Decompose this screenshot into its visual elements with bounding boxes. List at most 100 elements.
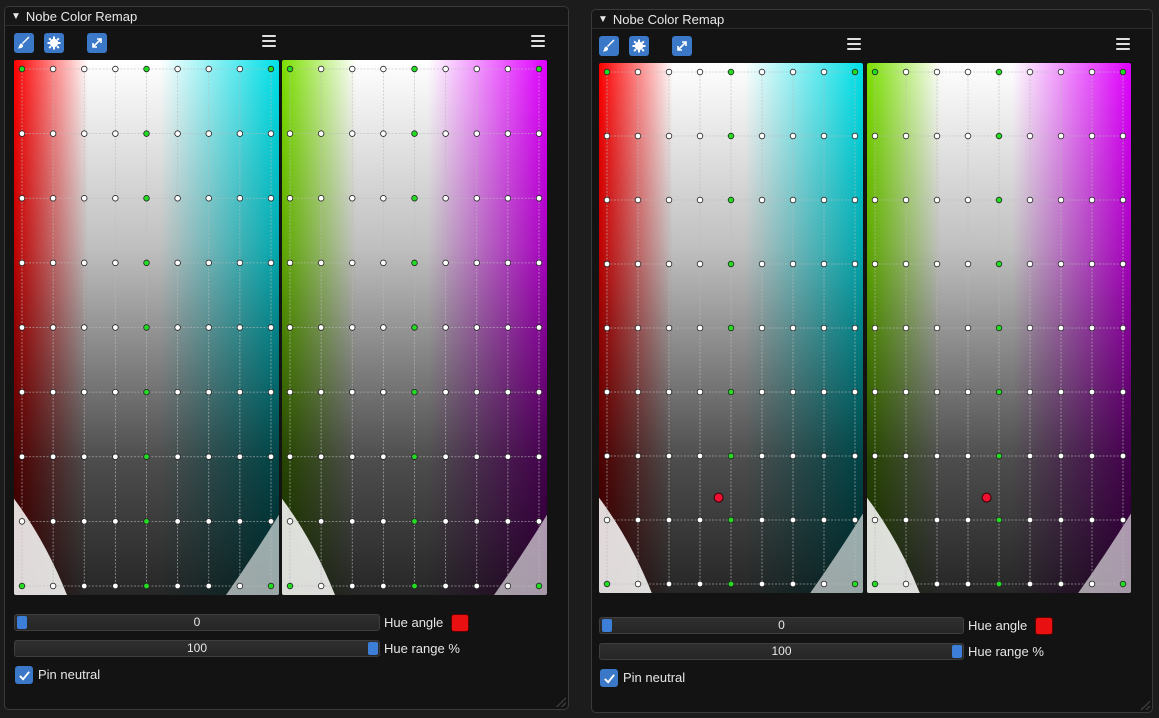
control-point [634,196,642,204]
control-point [995,516,1003,524]
brush-button[interactable] [14,33,34,53]
control-point [286,65,294,73]
control-point [380,195,387,202]
plot-right-menu-icon[interactable] [1116,37,1130,51]
resize-grip[interactable] [556,697,566,707]
control-point [112,130,119,137]
control-point [473,582,480,590]
hue-angle-color-swatch[interactable] [1035,617,1053,635]
control-point [267,259,275,267]
control-point [81,582,88,590]
control-point [851,516,859,524]
control-point [49,518,57,525]
hue-plot-red-cyan[interactable] [599,63,863,593]
control-point [504,388,512,396]
control-point [1088,196,1096,204]
control-point [634,452,642,460]
panel-title: Nobe Color Remap [612,11,725,27]
control-point [535,324,543,331]
checkmark-icon [603,673,615,684]
selected-control-point [981,492,992,503]
panel-header[interactable]: ▼ Nobe Color Remap [592,10,1152,29]
control-point [820,132,828,140]
hue-range-value: 100 [771,644,792,658]
control-point [902,260,910,268]
hue-angle-color-swatch[interactable] [451,614,469,632]
hue-plot-green-magenta[interactable] [282,60,547,595]
control-point [995,132,1003,140]
control-point [758,388,766,396]
panel-title: Nobe Color Remap [25,8,138,24]
control-point [933,516,941,524]
hue-plot-red-cyan[interactable] [14,60,279,595]
hue-angle-value: 0 [193,615,201,629]
pin-neutral-checkbox[interactable] [15,666,33,684]
control-point [267,324,275,331]
control-point [535,388,543,396]
control-point [205,388,212,396]
control-point [758,68,766,76]
control-point [696,452,704,460]
control-point [236,388,244,396]
control-point [696,196,704,204]
control-point [349,130,356,137]
expand-button[interactable] [87,33,107,53]
control-point [286,324,294,331]
control-point [143,518,150,525]
control-point [317,518,325,525]
control-point [411,388,418,396]
control-point [871,580,879,588]
control-point [871,132,879,140]
control-point [995,68,1003,76]
control-point [758,196,766,204]
hue-angle-slider[interactable]: 0 [14,614,380,631]
expand-button[interactable] [672,36,692,56]
control-point [1026,324,1034,332]
control-point [964,196,972,204]
control-point [758,132,766,140]
control-point [81,195,88,202]
plot-left-menu-icon[interactable] [262,34,276,48]
settings-button[interactable] [44,33,64,53]
control-point [820,452,828,460]
control-point [696,324,704,332]
control-point [317,130,325,137]
control-point [442,195,449,202]
hue-range-slider[interactable]: 100 [599,643,964,660]
control-point [380,518,387,525]
control-point [317,324,325,331]
pin-neutral-label: Pin neutral [38,667,101,682]
expand-icon [92,38,102,48]
pin-neutral-checkbox[interactable] [600,669,618,687]
brush-button[interactable] [599,36,619,56]
collapse-triangle-icon[interactable]: ▼ [11,11,21,22]
brush-icon [18,36,30,49]
control-point [380,130,387,137]
hue-plot-green-magenta[interactable] [867,63,1131,593]
control-point [933,388,941,396]
control-point [1026,388,1034,396]
panel-header[interactable]: ▼ Nobe Color Remap [5,7,568,26]
collapse-triangle-icon[interactable]: ▼ [598,14,608,25]
control-point [349,259,356,267]
plot-left-menu-icon[interactable] [847,37,861,51]
hue-angle-slider[interactable]: 0 [599,617,964,634]
control-point [634,580,642,588]
control-point [1057,132,1065,140]
control-point [317,388,325,396]
control-point [174,65,181,73]
hue-range-slider[interactable]: 100 [14,640,380,657]
resize-grip[interactable] [1140,700,1150,710]
control-point [236,195,244,202]
settings-button[interactable] [629,36,649,56]
control-point [504,453,512,460]
control-point [902,516,910,524]
control-point [143,324,150,331]
control-point [442,518,449,525]
control-point [143,453,150,460]
control-point [820,260,828,268]
control-point [174,518,181,525]
plot-right-menu-icon[interactable] [531,34,545,48]
control-point [964,388,972,396]
control-point [1088,388,1096,396]
